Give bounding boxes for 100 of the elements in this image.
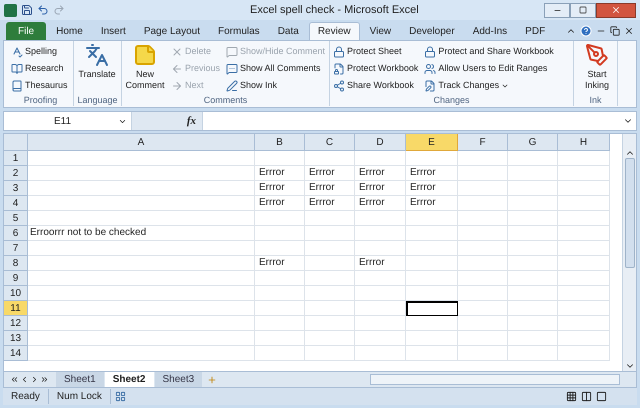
table-cell[interactable]: Errror bbox=[255, 256, 305, 271]
ribbon-button[interactable]: Allow Users to Edit Ranges bbox=[423, 60, 555, 77]
table-cell[interactable]: Errror bbox=[406, 181, 458, 196]
ribbon-button[interactable]: Research bbox=[10, 60, 69, 77]
table-cell[interactable] bbox=[255, 211, 305, 226]
table-cell[interactable] bbox=[406, 211, 458, 226]
table-cell[interactable] bbox=[508, 151, 558, 166]
table-cell[interactable] bbox=[406, 151, 458, 166]
table-cell[interactable] bbox=[508, 211, 558, 226]
table-cell[interactable] bbox=[305, 316, 355, 331]
row-header[interactable]: 4 bbox=[4, 196, 28, 211]
table-cell[interactable] bbox=[558, 151, 610, 166]
table-cell[interactable] bbox=[406, 286, 458, 301]
table-cell[interactable] bbox=[406, 331, 458, 346]
ribbon-button[interactable]: Protect Workbook bbox=[332, 60, 420, 77]
row-header[interactable]: 3 bbox=[4, 181, 28, 196]
table-cell[interactable] bbox=[355, 331, 406, 346]
table-cell[interactable] bbox=[28, 316, 255, 331]
ribbon-tab[interactable]: View bbox=[362, 22, 400, 40]
table-cell[interactable]: Errror bbox=[355, 196, 406, 211]
ribbon-tab[interactable]: Add-Ins bbox=[464, 22, 516, 40]
column-header[interactable]: D bbox=[355, 134, 406, 151]
ribbon-tab[interactable]: Formulas bbox=[210, 22, 268, 40]
table-cell[interactable] bbox=[458, 196, 508, 211]
table-cell[interactable] bbox=[28, 271, 255, 286]
column-header[interactable]: E bbox=[406, 134, 458, 151]
table-cell[interactable] bbox=[28, 256, 255, 271]
table-cell[interactable] bbox=[255, 346, 305, 361]
row-header[interactable]: 11 bbox=[4, 301, 28, 316]
table-cell[interactable] bbox=[508, 316, 558, 331]
table-cell[interactable] bbox=[28, 166, 255, 181]
table-cell[interactable] bbox=[508, 271, 558, 286]
table-cell[interactable] bbox=[458, 316, 508, 331]
active-cell[interactable] bbox=[406, 301, 458, 316]
table-cell[interactable] bbox=[558, 316, 610, 331]
table-cell[interactable] bbox=[458, 241, 508, 256]
table-cell[interactable] bbox=[458, 226, 508, 241]
table-cell[interactable] bbox=[255, 226, 305, 241]
row-header[interactable]: 12 bbox=[4, 316, 28, 331]
table-cell[interactable] bbox=[406, 271, 458, 286]
ribbon-button[interactable]: Show Ink bbox=[225, 77, 326, 94]
sheet-tab[interactable]: Sheet1 bbox=[56, 372, 104, 387]
ribbon-button[interactable]: Track Changes bbox=[423, 77, 555, 94]
table-cell[interactable] bbox=[305, 226, 355, 241]
table-cell[interactable] bbox=[255, 271, 305, 286]
file-tab[interactable]: File bbox=[6, 22, 46, 40]
column-header[interactable]: A bbox=[28, 134, 255, 151]
table-cell[interactable] bbox=[406, 316, 458, 331]
vertical-scrollbar[interactable] bbox=[622, 134, 636, 371]
row-header[interactable]: 8 bbox=[4, 256, 28, 271]
table-cell[interactable] bbox=[458, 286, 508, 301]
column-header[interactable]: C bbox=[305, 134, 355, 151]
table-cell[interactable] bbox=[558, 256, 610, 271]
table-cell[interactable] bbox=[558, 166, 610, 181]
table-cell[interactable] bbox=[508, 226, 558, 241]
column-header[interactable]: B bbox=[255, 134, 305, 151]
table-cell[interactable] bbox=[355, 226, 406, 241]
table-cell[interactable] bbox=[28, 196, 255, 211]
table-cell[interactable] bbox=[508, 346, 558, 361]
table-cell[interactable] bbox=[305, 346, 355, 361]
table-cell[interactable] bbox=[458, 181, 508, 196]
table-cell[interactable] bbox=[305, 331, 355, 346]
ribbon-button[interactable]: Show All Comments bbox=[225, 60, 326, 77]
table-cell[interactable] bbox=[28, 151, 255, 166]
table-cell[interactable] bbox=[458, 256, 508, 271]
column-header[interactable]: G bbox=[508, 134, 558, 151]
table-cell[interactable] bbox=[305, 151, 355, 166]
table-cell[interactable] bbox=[558, 301, 610, 316]
table-cell[interactable] bbox=[508, 301, 558, 316]
ribbon-button[interactable]: Protect and Share Workbook bbox=[423, 43, 555, 60]
table-cell[interactable] bbox=[305, 241, 355, 256]
table-cell[interactable] bbox=[305, 301, 355, 316]
table-cell[interactable]: Errror bbox=[355, 166, 406, 181]
table-cell[interactable] bbox=[458, 151, 508, 166]
table-cell[interactable] bbox=[406, 346, 458, 361]
table-cell[interactable]: Errror bbox=[305, 166, 355, 181]
table-cell[interactable] bbox=[558, 331, 610, 346]
table-cell[interactable] bbox=[355, 316, 406, 331]
table-cell[interactable] bbox=[355, 346, 406, 361]
table-cell[interactable] bbox=[305, 286, 355, 301]
row-header[interactable]: 13 bbox=[4, 331, 28, 346]
table-cell[interactable] bbox=[28, 211, 255, 226]
table-cell[interactable] bbox=[255, 301, 305, 316]
column-header[interactable]: F bbox=[458, 134, 508, 151]
ribbon-button[interactable]: Share Workbook bbox=[332, 77, 420, 94]
table-cell[interactable] bbox=[28, 346, 255, 361]
table-cell[interactable] bbox=[558, 196, 610, 211]
app-icon[interactable] bbox=[4, 4, 17, 16]
row-header[interactable]: 14 bbox=[4, 346, 28, 361]
row-header[interactable]: 9 bbox=[4, 271, 28, 286]
table-cell[interactable] bbox=[508, 331, 558, 346]
table-cell[interactable] bbox=[406, 256, 458, 271]
table-cell[interactable] bbox=[508, 286, 558, 301]
table-cell[interactable] bbox=[255, 151, 305, 166]
ribbon-tab[interactable]: PDF bbox=[517, 22, 554, 40]
table-cell[interactable] bbox=[305, 271, 355, 286]
column-header[interactable]: H bbox=[558, 134, 610, 151]
table-cell[interactable] bbox=[458, 346, 508, 361]
table-cell[interactable] bbox=[255, 286, 305, 301]
table-cell[interactable]: Errror bbox=[355, 181, 406, 196]
